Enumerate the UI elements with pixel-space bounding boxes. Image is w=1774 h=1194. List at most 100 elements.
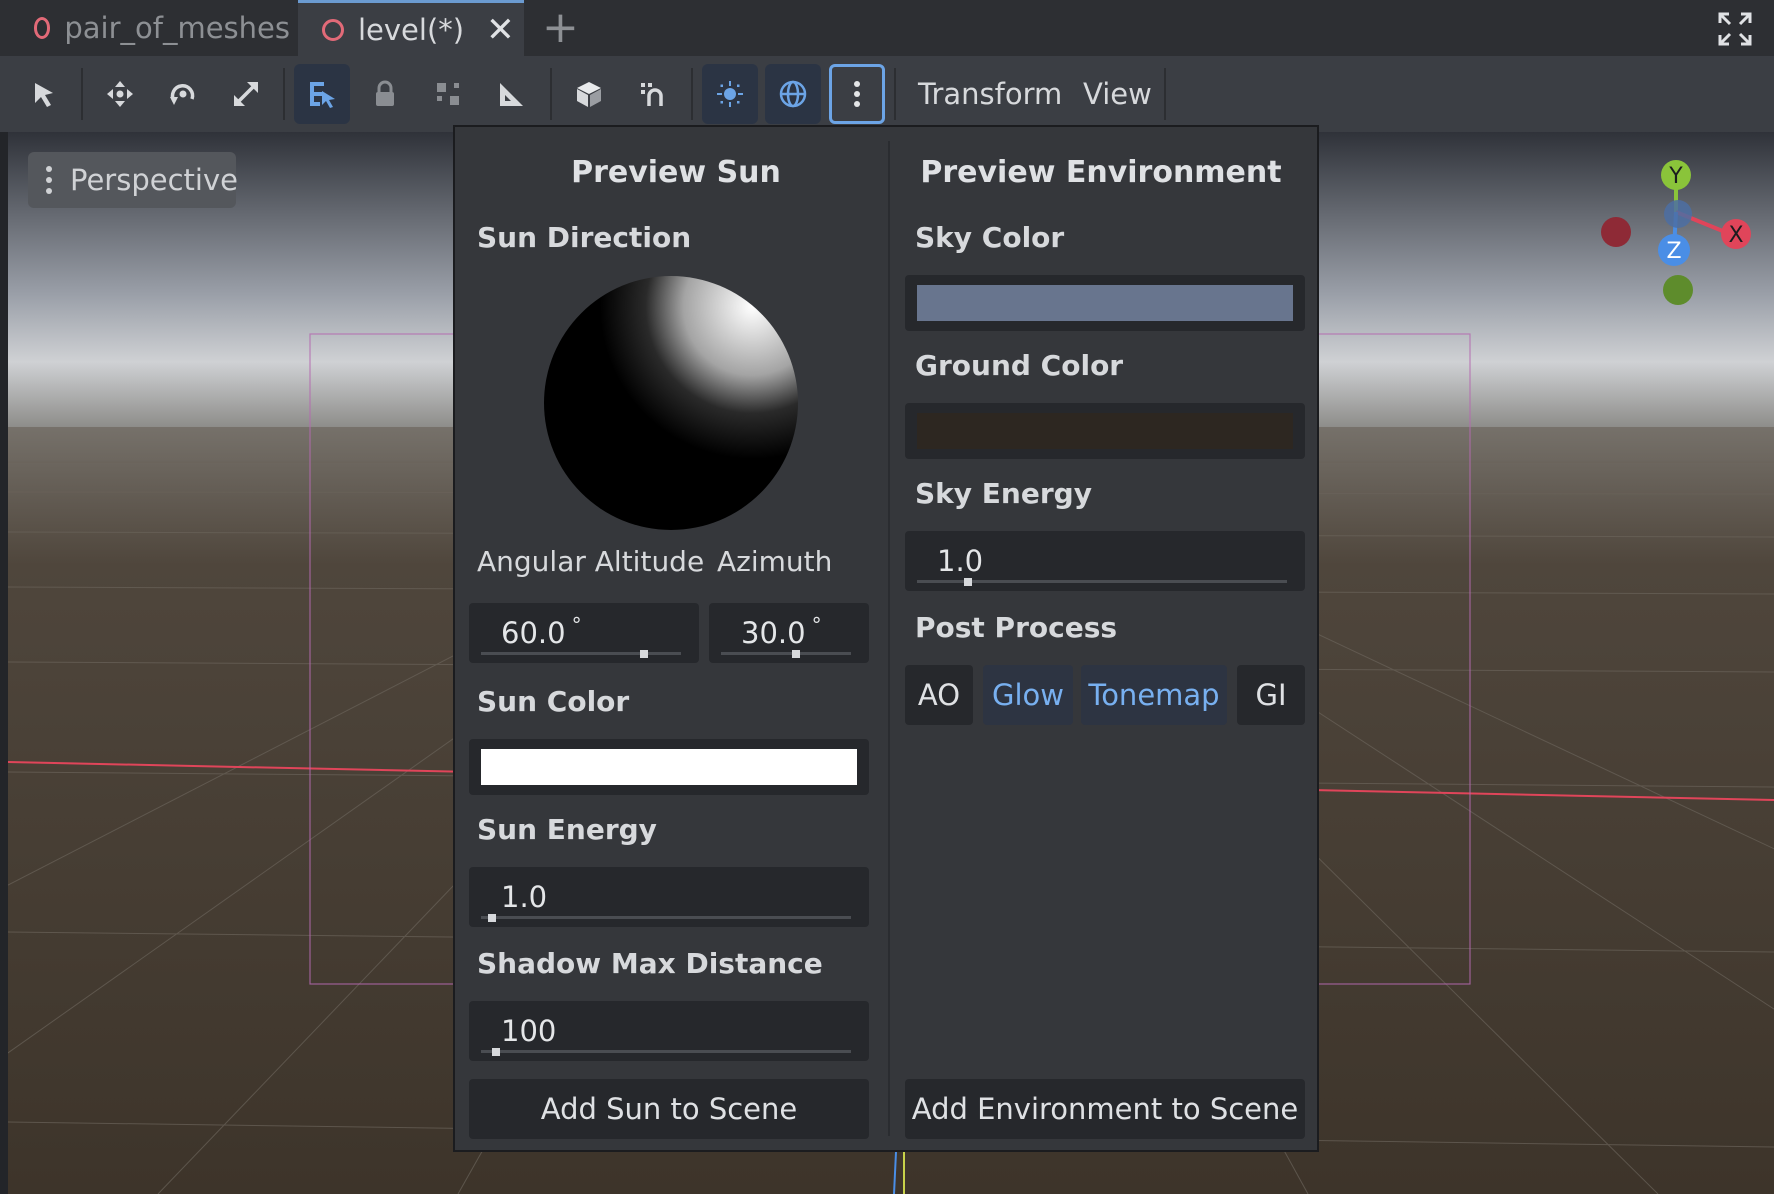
azimuth-spinbox[interactable]: 30.0 ° (709, 603, 869, 663)
scene-circle-icon (34, 17, 51, 39)
group-button[interactable] (420, 64, 476, 124)
glow-toggle-button[interactable]: Glow (983, 665, 1073, 725)
slider-track (481, 1050, 851, 1053)
sun-direction-label: Sun Direction (477, 221, 692, 254)
toolbar-separator (81, 68, 83, 120)
slider-grabber[interactable] (791, 650, 800, 658)
slider-grabber[interactable] (488, 914, 497, 922)
local-space-icon (577, 82, 601, 107)
toolbar-separator (894, 68, 896, 120)
scale-tool-button[interactable] (218, 64, 274, 124)
sky-energy-spinbox[interactable]: 1.0 (905, 531, 1305, 591)
sun-color-swatch (481, 749, 857, 785)
slider-grabber[interactable] (964, 578, 973, 586)
sun-direction-sphere[interactable] (543, 275, 799, 531)
sky-energy-label: Sky Energy (915, 477, 1092, 510)
sky-color-label: Sky Color (915, 221, 1065, 254)
negative-z-axis-handle[interactable] (1664, 200, 1692, 228)
ground-color-label: Ground Color (915, 349, 1124, 382)
angular-altitude-label: Angular Altitude (477, 545, 705, 578)
view-menu[interactable]: View (1083, 56, 1152, 132)
shadow-max-distance-label: Shadow Max Distance (477, 947, 823, 980)
move-tool-button[interactable] (92, 64, 148, 124)
preview-sun-title: Preview Sun (571, 155, 781, 190)
navigation-gizmo[interactable]: Y X Z (1590, 150, 1760, 310)
ground-color-swatch (917, 413, 1293, 449)
sun-color-picker[interactable] (469, 739, 869, 795)
perspective-menu-button[interactable]: Perspective (28, 152, 238, 208)
shadow-max-distance-spinbox[interactable]: 100 (469, 1001, 869, 1061)
slider-track (481, 652, 681, 655)
sun-energy-spinbox[interactable]: 1.0 (469, 867, 869, 927)
slider-grabber[interactable] (491, 1048, 500, 1056)
degree-unit: ° (811, 613, 822, 637)
slider-track (721, 652, 851, 655)
scene-tab-bar: pair_of_meshes level(*) ✕ + (0, 0, 1774, 56)
sun-color-label: Sun Color (477, 685, 630, 718)
select-tool-button[interactable] (16, 64, 72, 124)
ao-toggle-button[interactable]: AO (905, 665, 973, 725)
more-options-icon (854, 81, 860, 107)
degree-unit: ° (571, 613, 582, 637)
more-options-icon (46, 166, 52, 194)
rotate-tool-button[interactable] (155, 64, 211, 124)
scene-circle-icon (322, 18, 344, 41)
list-select-tool-button[interactable] (294, 64, 350, 124)
transform-menu[interactable]: Transform (918, 56, 1062, 132)
angular-altitude-value: 60.0 (501, 616, 566, 650)
preview-environment-title: Preview Environment (920, 155, 1282, 190)
x-axis-label: X (1728, 223, 1743, 248)
preview-sun-icon (717, 81, 743, 107)
azimuth-label: Azimuth (717, 545, 833, 578)
group-icon (437, 83, 459, 105)
column-divider (888, 141, 890, 1136)
preview-environment-icon (779, 80, 807, 108)
slider-track (917, 580, 1287, 583)
z-axis-label: Z (1666, 239, 1681, 264)
list-select-icon (310, 82, 335, 108)
post-process-label: Post Process (915, 611, 1118, 644)
negative-x-axis-handle[interactable] (1601, 217, 1631, 247)
close-icon[interactable]: ✕ (486, 13, 515, 47)
more-options-button[interactable] (829, 64, 885, 124)
azimuth-value: 30.0 (741, 616, 806, 650)
ruler-icon (500, 83, 523, 106)
add-tab-button[interactable]: + (542, 6, 579, 50)
add-environment-to-scene-button[interactable]: Add Environment to Scene (905, 1079, 1305, 1139)
toolbar-separator (283, 68, 285, 120)
snap-icon (641, 83, 663, 106)
tab-level[interactable]: level(*) ✕ (298, 0, 524, 56)
ground-color-picker[interactable] (905, 403, 1305, 459)
y-axis-label: Y (1668, 164, 1683, 189)
lock-icon (376, 80, 394, 106)
godot-editor-window: pair_of_meshes level(*) ✕ + Transform Vi… (0, 0, 1774, 1194)
fullscreen-icon[interactable] (1718, 12, 1752, 46)
negative-y-axis-handle[interactable] (1663, 275, 1693, 305)
move-icon (107, 81, 133, 107)
select-icon (35, 83, 53, 107)
angular-altitude-spinbox[interactable]: 60.0 ° (469, 603, 699, 663)
preview-environment-toggle[interactable] (765, 64, 821, 124)
toolbar-separator (550, 68, 552, 120)
tonemap-toggle-button[interactable]: Tonemap (1081, 665, 1227, 725)
local-space-button[interactable] (561, 64, 617, 124)
slider-track (481, 916, 851, 919)
sun-energy-label: Sun Energy (477, 813, 657, 846)
perspective-label: Perspective (70, 163, 238, 197)
snap-button[interactable] (624, 64, 680, 124)
ruler-button[interactable] (483, 64, 539, 124)
slider-grabber[interactable] (640, 650, 649, 658)
add-sun-to-scene-button[interactable]: Add Sun to Scene (469, 1079, 869, 1139)
tab-pair-of-meshes[interactable]: pair_of_meshes (34, 0, 290, 56)
gi-toggle-button[interactable]: GI (1237, 665, 1305, 725)
preview-sun-environment-popup: Preview Sun Sun Direction Angular Altitu… (453, 125, 1319, 1152)
tab-label: level(*) (358, 12, 465, 47)
lock-button[interactable] (357, 64, 413, 124)
rotate-icon (170, 84, 195, 105)
sky-color-picker[interactable] (905, 275, 1305, 331)
toolbar-separator (691, 68, 693, 120)
viewport-toolbar: Transform View (0, 56, 1774, 132)
sky-color-swatch (917, 285, 1293, 321)
toolbar-separator (1164, 68, 1166, 120)
preview-sun-toggle[interactable] (702, 64, 758, 124)
